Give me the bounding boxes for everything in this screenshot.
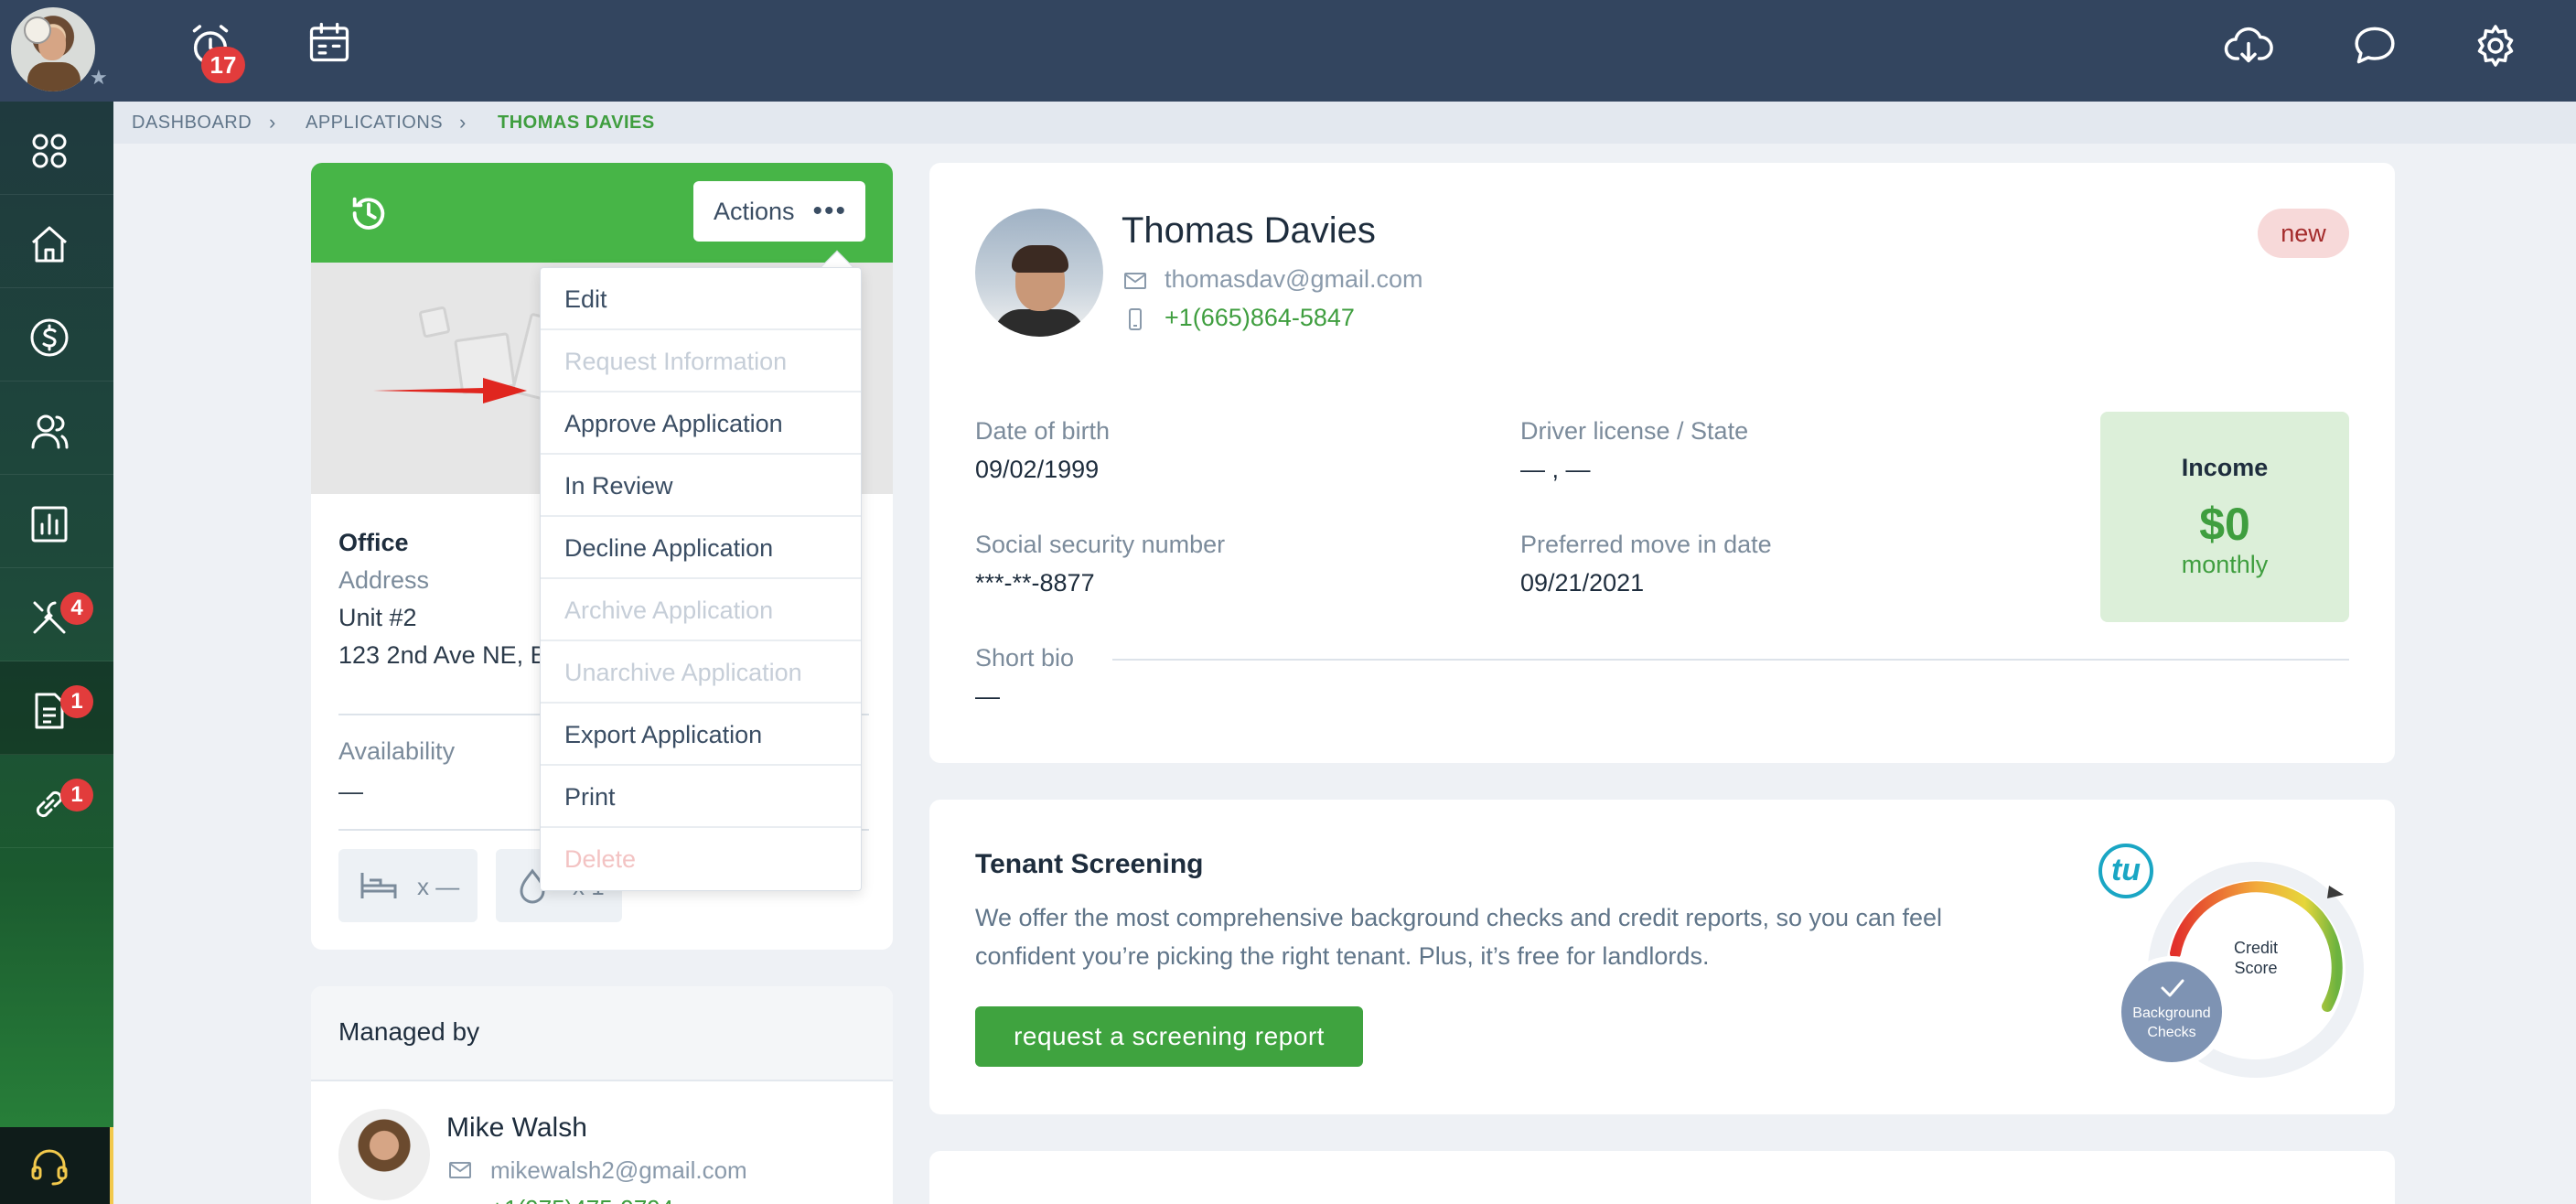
notifications-badge: 17 — [201, 47, 245, 83]
sidebar-item-payments[interactable] — [0, 288, 113, 382]
people-icon — [31, 414, 69, 449]
pin-icon: ★ — [90, 66, 108, 89]
sidebar-item-applications[interactable]: 1 — [0, 661, 113, 755]
applicant-email[interactable]: thomasdav@gmail.com — [1165, 265, 1423, 294]
sidebar-item-maintenance[interactable]: 4 — [0, 568, 113, 661]
applicant-name: Thomas Davies — [1122, 210, 1376, 251]
applicant-avatar — [975, 209, 1103, 337]
home-icon — [32, 226, 67, 263]
income-box: Income $0 monthly — [2100, 412, 2349, 622]
move-in-value: 09/21/2021 — [1520, 569, 1645, 597]
manager-avatar — [338, 1109, 430, 1200]
apps-grid-icon — [32, 134, 67, 168]
calendar-icon[interactable] — [306, 18, 353, 66]
applications-badge: 1 — [60, 685, 93, 718]
income-value: $0 — [2199, 499, 2250, 550]
sidebar-item-reports[interactable] — [0, 475, 113, 568]
circle-label-background: Background — [2132, 1005, 2210, 1021]
applicant-profile-card: Thomas Davies thomasdav@gmail.com +1(665… — [929, 163, 2395, 763]
tenant-screening-card: Tenant Screening We offer the most compr… — [929, 800, 2395, 1114]
screening-description: We offer the most comprehensive backgrou… — [975, 898, 2036, 975]
income-label: Income — [2181, 454, 2269, 481]
gauge-label-score: Score — [2234, 959, 2277, 977]
income-period: monthly — [2181, 551, 2269, 578]
gauge-label-credit: Credit — [2234, 939, 2278, 957]
maintenance-badge: 4 — [60, 592, 93, 625]
ssn-value: ***-**-8877 — [975, 569, 1095, 597]
mail-icon — [1124, 273, 1146, 289]
managed-by-title: Managed by — [338, 1017, 480, 1046]
move-in-label: Preferred move in date — [1520, 531, 1772, 558]
leases-badge: 1 — [60, 779, 93, 812]
menu-item-delete: Delete — [564, 845, 637, 873]
dob-label: Date of birth — [975, 417, 1111, 445]
beds-value: x — — [417, 873, 460, 900]
phone-icon — [1129, 308, 1142, 330]
ssn-label: Social security number — [975, 531, 1226, 558]
manager-email[interactable]: mikewalsh2@gmail.com — [490, 1156, 747, 1185]
menu-item-approve-application[interactable]: Approve Application — [541, 392, 861, 455]
availability-label: Availability — [338, 737, 456, 765]
history-clock-icon[interactable] — [348, 192, 390, 234]
bio-divider — [1112, 659, 2349, 661]
screening-text-line-1: We offer the most comprehensive backgrou… — [975, 904, 1943, 931]
dob-value: 09/02/1999 — [975, 456, 1100, 483]
breadcrumb-separator-icon: › — [269, 111, 276, 134]
credit-score-gauge: Credit Score Background Checks — [2116, 862, 2364, 1078]
actions-button[interactable]: Actions ••• — [693, 181, 865, 242]
screening-title: Tenant Screening — [975, 849, 1204, 879]
cloud-download-icon[interactable] — [2223, 20, 2274, 71]
red-arrow-icon — [373, 378, 527, 403]
more-dots-icon: ••• — [812, 196, 847, 226]
bio-value: — — [975, 683, 1000, 710]
actions-label: Actions — [714, 198, 795, 225]
manager-name: Mike Walsh — [446, 1113, 587, 1143]
availability-value: — — [338, 778, 363, 805]
license-value: — , — — [1520, 456, 1591, 483]
menu-item-edit[interactable]: Edit — [541, 268, 861, 330]
sidebar-item-apps[interactable] — [0, 102, 113, 195]
headset-icon — [31, 1149, 68, 1186]
menu-item-unarchive-application: Unarchive Application — [541, 641, 861, 704]
request-screening-report-button[interactable]: request a screening report — [975, 1006, 1363, 1067]
dollar-circle-icon — [30, 318, 69, 357]
actions-menu: Edit Request Information Approve Applica… — [540, 267, 862, 891]
menu-item-request-information: Request Information — [541, 330, 861, 392]
next-card — [929, 1151, 2395, 1204]
manager-phone[interactable]: +1(975)475-9794 — [490, 1195, 673, 1204]
property-card-header: Actions ••• — [311, 163, 893, 263]
user-avatar[interactable] — [11, 7, 95, 91]
breadcrumb-dashboard[interactable]: DASHBOARD — [132, 113, 252, 134]
managed-by-header: Managed by — [311, 986, 893, 1081]
status-badge: new — [2258, 209, 2349, 258]
bio-label: Short bio — [975, 644, 1075, 672]
sidebar-item-leases[interactable]: 1 — [0, 755, 113, 848]
bar-chart-icon — [31, 506, 68, 543]
menu-item-archive-application: Archive Application — [541, 579, 861, 641]
managed-by-card: Managed by Mike Walsh mikewalsh2@gmail.c… — [311, 986, 893, 1204]
license-label: Driver license / State — [1520, 417, 1749, 445]
sidebar-item-home[interactable] — [0, 195, 113, 288]
settings-gear-icon[interactable] — [2470, 20, 2521, 71]
screening-text-line-2: confident you’re picking the right tenan… — [975, 942, 1710, 970]
breadcrumb-current: THOMAS DAVIES — [498, 113, 655, 133]
bed-icon — [360, 873, 397, 898]
applicant-phone[interactable]: +1(665)864-5847 — [1165, 304, 1355, 332]
top-bar: ★ 17 — [0, 0, 2576, 102]
mail-icon — [449, 1162, 471, 1178]
sidebar: 4 1 1 — [0, 102, 113, 1204]
breadcrumb-separator-icon: › — [459, 111, 467, 134]
menu-item-in-review[interactable]: In Review — [541, 455, 861, 517]
menu-item-print[interactable]: Print — [541, 766, 861, 828]
beds-chip: x — — [338, 849, 478, 922]
menu-item-export-application[interactable]: Export Application — [541, 704, 861, 766]
support-button[interactable] — [0, 1127, 113, 1204]
circle-label-checks: Checks — [2147, 1025, 2195, 1040]
menu-item-decline-application[interactable]: Decline Application — [541, 517, 861, 579]
breadcrumb-applications[interactable]: APPLICATIONS — [306, 113, 443, 134]
breadcrumb: DASHBOARD › APPLICATIONS › THOMAS DAVIES — [113, 102, 2576, 144]
chat-icon[interactable] — [2349, 20, 2400, 71]
sidebar-item-people[interactable] — [0, 382, 113, 475]
